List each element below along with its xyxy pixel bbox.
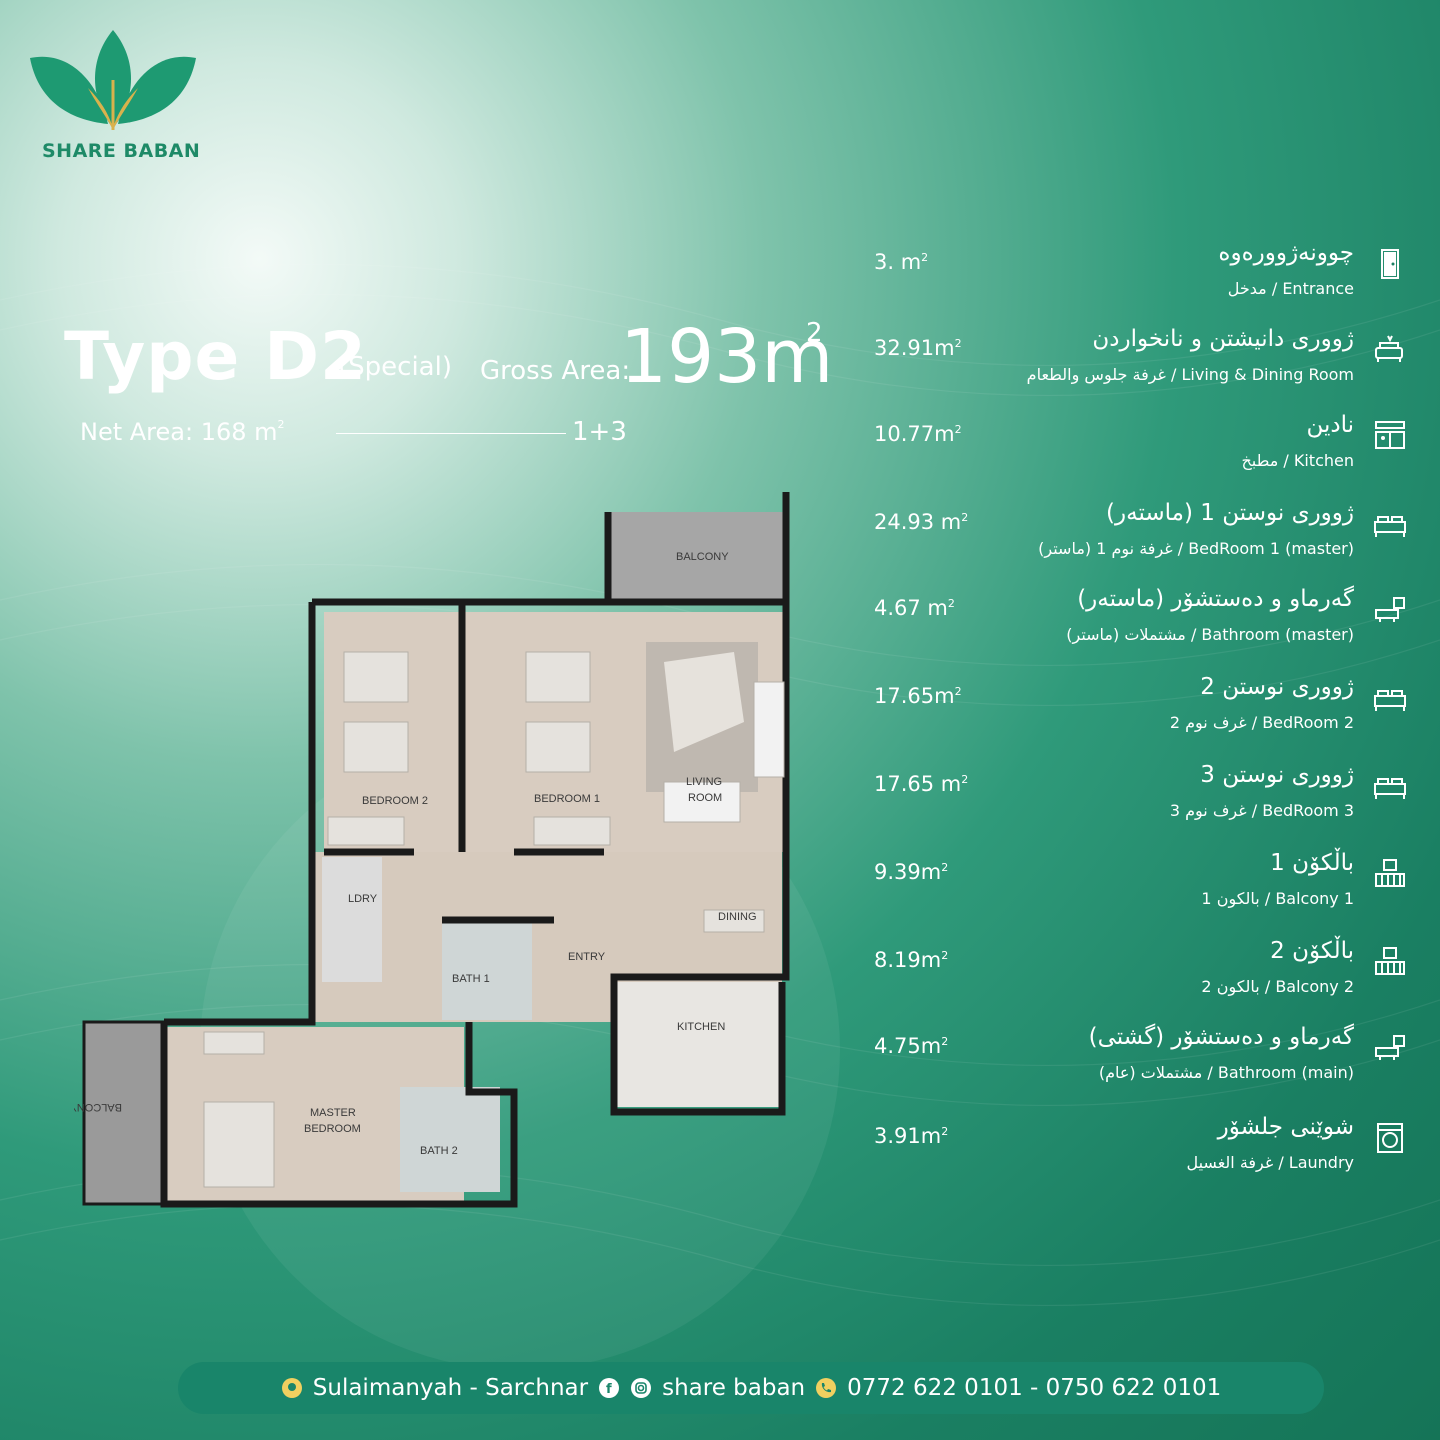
room-name-kurdish: باڵکۆن 2 — [1270, 938, 1354, 964]
room-name-kurdish: باڵکۆن 1 — [1270, 850, 1354, 876]
divider-line — [336, 433, 566, 434]
unit-type-special: (Special) — [338, 352, 452, 382]
plan-label-bedroom-2: BEDROOM 2 — [362, 795, 428, 807]
room-row-bathroom-main: 4.75m2 گەرماو و دەستشۆر (گشتی) مشتملات (… — [858, 1016, 1418, 1096]
plan-label-living: LIVING — [686, 776, 722, 788]
gross-area-value: 193m — [620, 314, 834, 400]
room-row-bedroom-3: 17.65 m2 ژووری نوستن 3 غرف نوم 3 / BedRo… — [858, 754, 1418, 834]
room-row-bedroom-1: 24.93 m2 ژووری نوستن 1 (ماستەر) غرفة نوم… — [858, 492, 1418, 572]
contact-footer: Sulaimanyah - Sarchnar f share baban 077… — [178, 1362, 1324, 1414]
room-area: 8.19m2 — [874, 948, 949, 972]
room-area: 32.91m2 — [874, 336, 962, 360]
plan-label-master: MASTER — [310, 1107, 356, 1119]
plan-label-kitchen: KITCHEN — [677, 1021, 725, 1033]
footer-phone-numbers[interactable]: 0772 622 0101 - 0750 622 0101 — [847, 1375, 1221, 1401]
room-row-living: 32.91m2 ژووری دانیشتن و نانخواردن غرفة ج… — [858, 318, 1418, 398]
room-area: 4.67 m2 — [874, 596, 955, 620]
room-row-balcony-1: 9.39m2 باڵکۆن 1 بالكون 1 / Balcony 1 — [858, 842, 1418, 922]
phone-icon — [816, 1378, 837, 1398]
room-area: 9.39m2 — [874, 860, 949, 884]
brand-name: SHARE BABAN — [42, 140, 201, 162]
room-row-balcony-2: 8.19m2 باڵکۆن 2 بالكون 2 / Balcony 2 — [858, 930, 1418, 1010]
room-name-kurdish: ژووری نوستن 1 (ماستەر) — [1106, 500, 1354, 526]
room-name-english: غرفة الغسيل / Laundry — [1186, 1153, 1354, 1172]
room-row-bedroom-2: 17.65m2 ژووری نوستن 2 غرف نوم 2 / BedRoo… — [858, 666, 1418, 746]
plan-label-master-bedroom: BEDROOM — [304, 1123, 361, 1135]
room-area: 24.93 m2 — [874, 510, 969, 534]
room-row-bathroom-master: 4.67 m2 گەرماو و دەستشۆر (ماستەر) مشتملا… — [858, 578, 1418, 658]
plan-label-room: ROOM — [688, 792, 722, 804]
kitchen-icon — [1375, 421, 1405, 449]
plan-label-balcony-top: BALCONY — [676, 551, 729, 563]
room-name-kurdish: گەرماو و دەستشۆر (گشتی) — [1088, 1024, 1354, 1050]
plan-label-laundry: LDRY — [348, 893, 378, 905]
room-area: 3.91m2 — [874, 1124, 949, 1148]
plan-label-entry: ENTRY — [568, 951, 606, 963]
room-name-english: بالكون 2 / Balcony 2 — [1201, 977, 1354, 996]
room-area: 4.75m2 — [874, 1034, 949, 1058]
footer-social-handle[interactable]: share baban — [662, 1375, 805, 1401]
plan-label-dining: DINING — [718, 911, 757, 923]
room-name-kurdish: نادین — [1306, 412, 1354, 438]
room-name-kurdish: ژووری نوستن 2 — [1200, 674, 1354, 700]
bed-icon — [1374, 516, 1406, 537]
balcony-icon — [1375, 947, 1405, 975]
room-name-english: غرف نوم 2 / BedRoom 2 — [1169, 713, 1354, 732]
room-row-kitchen: 10.77m2 نادین مطبخ / Kitchen — [858, 404, 1418, 484]
unit-type-title: Type D2 — [64, 318, 367, 395]
living-icon — [1375, 335, 1403, 362]
room-area: 10.77m2 — [874, 422, 962, 446]
bath-icon — [1375, 597, 1405, 622]
unit-configuration: 1+3 — [572, 417, 627, 447]
svg-text:f: f — [606, 1382, 612, 1397]
gross-area-unit-sup: 2 — [806, 318, 823, 348]
room-area: 17.65m2 — [874, 684, 962, 708]
room-areas-list: 3. m2 چوونەژوورەوە مدخل / Entrance 32.91… — [858, 232, 1418, 1192]
room-name-kurdish: ژووری دانیشتن و نانخواردن — [1092, 326, 1354, 352]
room-name-english: مطبخ / Kitchen — [1241, 451, 1354, 470]
footer-location: Sulaimanyah - Sarchnar — [312, 1375, 589, 1401]
room-name-english: مشتملات (ماستر) / Bathroom (master) — [1066, 625, 1354, 644]
room-row-laundry: 3.91m2 شوێنی جلشۆر غرفة الغسيل / Laundry — [858, 1106, 1418, 1186]
net-area-sup: 2 — [277, 418, 285, 431]
room-name-english: مشتملات (عام) / Bathroom (main) — [1098, 1063, 1354, 1082]
gross-area-label: Gross Area: — [480, 356, 631, 386]
facebook-icon[interactable]: f — [598, 1377, 620, 1399]
room-name-kurdish: ژووری نوستن 3 — [1200, 762, 1354, 788]
floor-plan: BALCONY BEDROOM 2 BEDROOM 1 LIVING ROOM … — [74, 492, 790, 1208]
room-name-kurdish: شوێنی جلشۆر — [1217, 1114, 1354, 1140]
room-name-english: غرفة جلوس والطعام / Living & Dining Room — [1026, 365, 1354, 384]
room-name-english: بالكون 1 / Balcony 1 — [1201, 889, 1354, 908]
room-name-kurdish: چوونەژوورەوە — [1218, 240, 1354, 266]
laundry-icon — [1377, 1123, 1403, 1153]
location-pin-icon — [281, 1378, 302, 1398]
door-icon — [1381, 249, 1399, 279]
room-name-english: غرف نوم 3 / BedRoom 3 — [1169, 801, 1354, 820]
net-area-text: Net Area: 168 m — [80, 418, 278, 446]
balcony-icon — [1375, 859, 1405, 887]
bath-icon — [1375, 1035, 1405, 1060]
room-row-entrance: 3. m2 چوونەژوورەوە مدخل / Entrance — [858, 232, 1418, 312]
plan-label-bath-2: BATH 2 — [420, 1145, 458, 1157]
room-name-english: غرفة نوم 1 (ماستر) / BedRoom 1 (master) — [1038, 539, 1354, 558]
bed-icon — [1374, 778, 1406, 799]
room-area: 3. m2 — [874, 250, 929, 274]
room-name-english: مدخل / Entrance — [1227, 279, 1354, 298]
plan-label-bedroom-1: BEDROOM 1 — [534, 793, 600, 805]
plan-label-bath-1: BATH 1 — [452, 973, 490, 985]
bed-icon — [1374, 690, 1406, 711]
room-area: 17.65 m2 — [874, 772, 969, 796]
plan-label-balcony-left: BALCONY — [74, 1101, 122, 1113]
room-name-kurdish: گەرماو و دەستشۆر (ماستەر) — [1077, 586, 1354, 612]
instagram-icon[interactable] — [630, 1377, 652, 1399]
net-area: Net Area: 168 m2 — [80, 418, 285, 446]
